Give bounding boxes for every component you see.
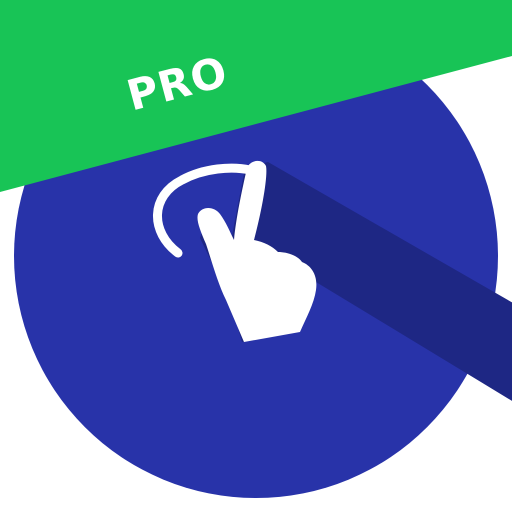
app-icon: PRO [0, 0, 512, 512]
app-icon-graphic: PRO [0, 0, 512, 498]
